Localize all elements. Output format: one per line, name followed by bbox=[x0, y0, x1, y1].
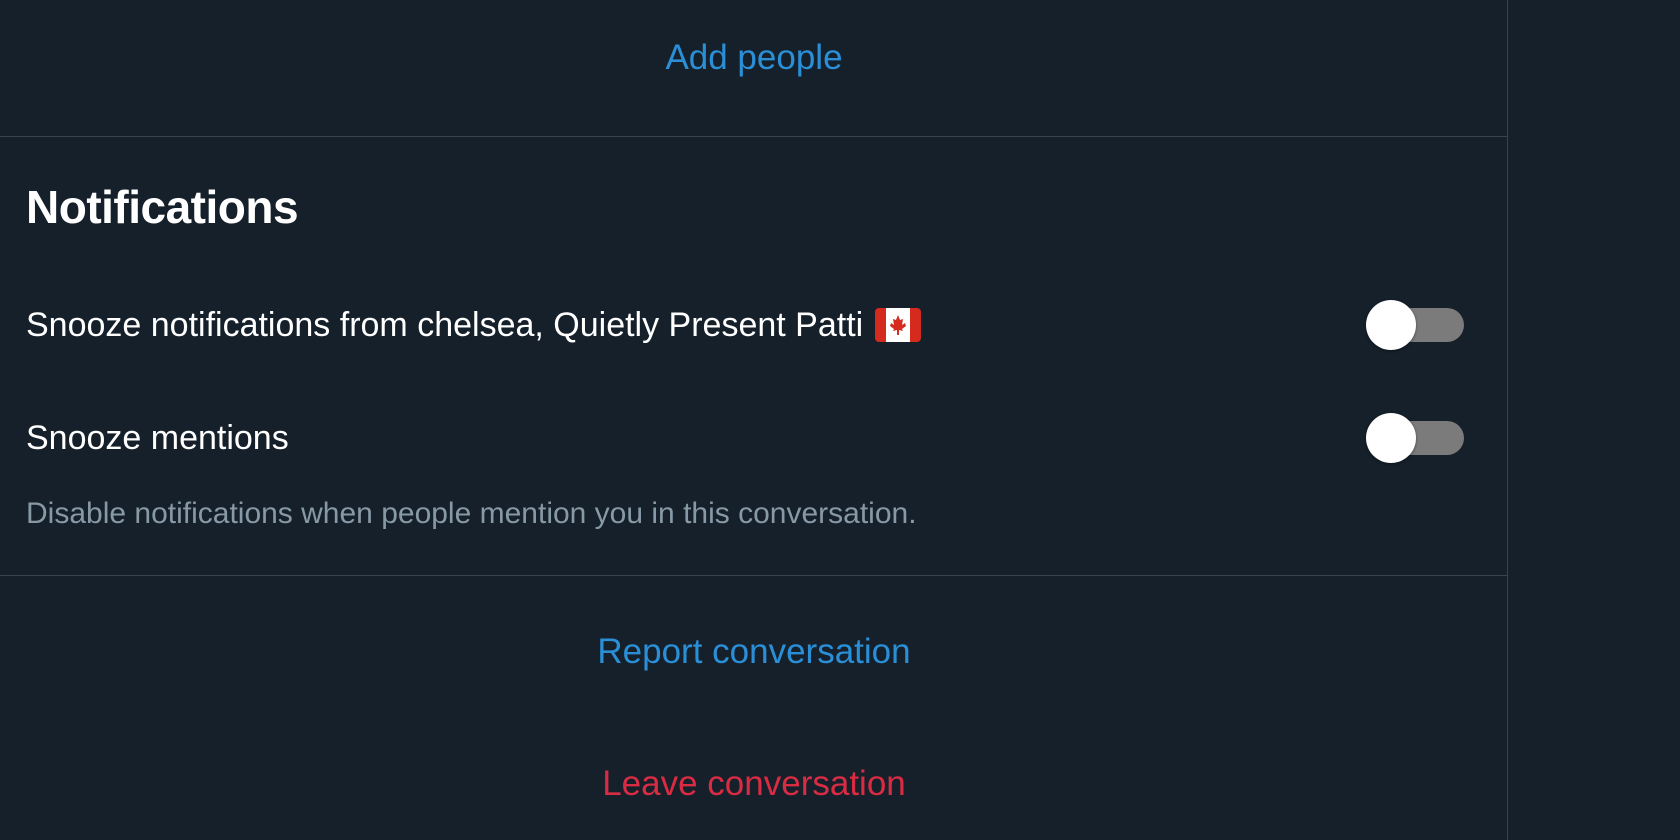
toggle-knob bbox=[1366, 300, 1416, 350]
snooze-mentions-description: Disable notifications when people mentio… bbox=[26, 497, 917, 530]
divider bbox=[0, 575, 1508, 576]
divider bbox=[0, 136, 1508, 137]
add-people-link[interactable]: Add people bbox=[0, 38, 1508, 78]
notifications-heading: Notifications bbox=[26, 181, 299, 233]
snooze-notifications-label: Snooze notifications from chelsea, Quiet… bbox=[26, 305, 922, 345]
toggle-knob bbox=[1366, 413, 1416, 463]
snooze-mentions-label: Snooze mentions bbox=[26, 419, 289, 457]
right-sidebar-area bbox=[1509, 0, 1680, 840]
snooze-mentions-toggle[interactable] bbox=[1366, 413, 1466, 463]
app-window: Add people Notifications Snooze notifica… bbox=[0, 0, 1680, 840]
report-conversation-link[interactable]: Report conversation bbox=[0, 632, 1508, 672]
conversation-info-panel: Add people Notifications Snooze notifica… bbox=[0, 0, 1508, 840]
snooze-notifications-toggle[interactable] bbox=[1366, 300, 1466, 350]
snooze-notifications-text: Snooze notifications from chelsea, Quiet… bbox=[26, 306, 864, 344]
canada-flag-icon bbox=[875, 308, 922, 342]
leave-conversation-link[interactable]: Leave conversation bbox=[0, 764, 1508, 804]
